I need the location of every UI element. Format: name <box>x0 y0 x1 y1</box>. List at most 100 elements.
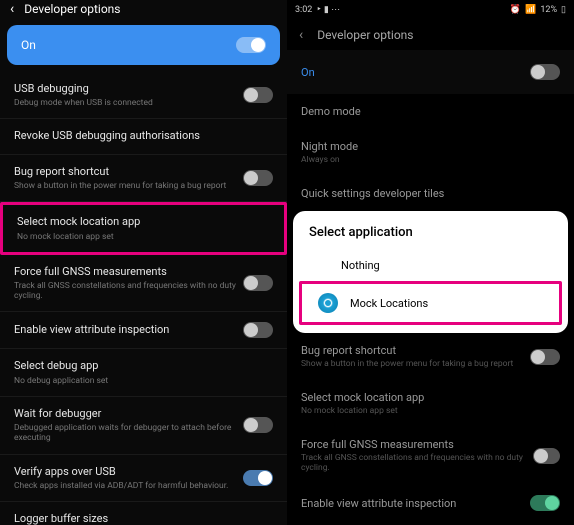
row-text: Quick settings developer tiles <box>301 187 444 200</box>
row-title: Quick settings developer tiles <box>301 187 444 200</box>
row-title: Select mock location app <box>17 215 270 229</box>
row-text: USB debugging Debug mode when USB is conn… <box>14 82 243 108</box>
row-title: Select debug app <box>14 359 273 373</box>
battery-text: 12% <box>540 5 557 15</box>
row-text: Enable view attribute inspection <box>14 323 243 337</box>
select-application-dialog: Select application Nothing Mock Locations <box>293 211 568 333</box>
toggle-switch[interactable] <box>243 87 273 103</box>
on-label: On <box>301 66 315 79</box>
setting-row[interactable]: Night mode Always on <box>287 129 574 176</box>
app-icon <box>318 293 338 313</box>
row-subtitle: No mock location app set <box>301 406 424 416</box>
back-arrow-icon[interactable]: ‹ <box>299 27 303 43</box>
setting-row[interactable]: Logger buffer sizes256 K per log buffer <box>0 502 287 525</box>
option-label: Nothing <box>341 259 380 272</box>
setting-row[interactable]: Force full GNSS measurementsTrack all GN… <box>0 255 287 313</box>
toggle-switch[interactable] <box>530 495 560 511</box>
row-title: Enable view attribute inspection <box>301 497 456 510</box>
row-text: Logger buffer sizes256 K per log buffer <box>14 512 273 525</box>
settings-list: USB debugging Debug mode when USB is conn… <box>0 72 287 525</box>
settings-list-bottom: Bug report shortcut Show a button in the … <box>287 333 574 525</box>
battery-icon: ▯ <box>561 5 566 15</box>
setting-row[interactable]: Verify apps over USBCheck apps installed… <box>0 455 287 502</box>
row-title: Night mode <box>301 140 358 153</box>
setting-row[interactable]: Bug report shortcut Show a button in the … <box>0 155 287 202</box>
setting-row[interactable]: Enable view attribute inspection <box>287 484 574 522</box>
row-text: Wait for debugger Debugged application wa… <box>14 407 243 444</box>
row-text: Revoke USB debugging authorisations <box>14 129 273 143</box>
row-subtitle: Always on <box>301 155 358 165</box>
row-title: Logger buffer sizes <box>14 512 273 525</box>
setting-row[interactable]: Select mock location app No mock location… <box>0 202 287 254</box>
dialog-title: Select application <box>293 225 568 250</box>
toggle-switch[interactable] <box>243 322 273 338</box>
row-text: Select debug app No debug application set <box>14 359 273 385</box>
row-text: Bug report shortcut Show a button in the … <box>301 344 513 369</box>
row-text: Select mock location app No mock location… <box>17 215 270 241</box>
setting-row[interactable]: Revoke USB debugging authorisations <box>0 119 287 154</box>
row-text: Bug report shortcut Show a button in the … <box>14 165 243 191</box>
row-title: Revoke USB debugging authorisations <box>14 129 273 143</box>
toggle-switch[interactable] <box>243 470 273 486</box>
setting-row[interactable]: Wait for debugger Debugged application wa… <box>0 397 287 455</box>
right-screenshot: 3:02 ‣ ▮ ⋯ ⏰ 📶 12% ▯ ‹ Developer options… <box>287 0 574 525</box>
dialog-option[interactable]: Mock Locations <box>299 281 562 325</box>
row-title: Wait for debugger <box>14 407 243 421</box>
signal-icon: 📶 <box>525 5 536 15</box>
row-title: Bug report shortcut <box>301 344 513 357</box>
status-misc-icon: ‣ ▮ ⋯ <box>316 5 340 15</box>
settings-list-top: Demo mode Night mode Always on Quick settin… <box>287 94 574 211</box>
row-subtitle: Track all GNSS constellations and freque… <box>301 453 533 473</box>
row-subtitle: Show a button in the power menu for taki… <box>14 181 243 191</box>
alarm-icon: ⏰ <box>510 5 521 15</box>
back-arrow-icon[interactable]: ‹ <box>10 1 14 17</box>
row-title: Enable view attribute inspection <box>14 323 243 337</box>
row-subtitle: No mock location app set <box>17 232 270 242</box>
setting-row[interactable]: Force full GNSS measurements Track all GN… <box>287 427 574 484</box>
row-text: Night mode Always on <box>301 140 358 165</box>
toggle-switch[interactable] <box>243 417 273 433</box>
row-subtitle: Debug mode when USB is connected <box>14 98 243 108</box>
row-text: Demo mode <box>301 105 361 118</box>
row-subtitle: Debugged application waits for debugger … <box>14 423 243 443</box>
header-title: Developer options <box>24 2 120 16</box>
left-screenshot: ‹ Developer options On USB debugging Debu… <box>0 0 287 525</box>
option-label: Mock Locations <box>350 297 428 310</box>
row-title: USB debugging <box>14 82 243 96</box>
dialog-option[interactable]: Nothing <box>293 250 568 281</box>
row-text: Force full GNSS measurementsTrack all GN… <box>14 265 243 302</box>
toggle-switch[interactable] <box>530 349 560 365</box>
on-label: On <box>21 38 36 52</box>
row-title: Select mock location app <box>301 391 424 404</box>
toggle-switch[interactable] <box>243 170 273 186</box>
setting-row[interactable]: Enable view attribute inspection <box>0 312 287 349</box>
row-text: Verify apps over USBCheck apps installed… <box>14 465 243 491</box>
right-header: ‹ Developer options <box>287 20 574 50</box>
master-toggle-banner[interactable]: On <box>7 25 280 65</box>
status-time: 3:02 <box>295 5 312 15</box>
status-bar: 3:02 ‣ ▮ ⋯ ⏰ 📶 12% ▯ <box>287 0 574 20</box>
row-title: Force full GNSS measurements <box>301 438 533 451</box>
setting-row[interactable]: Select mock location app No mock location… <box>287 380 574 427</box>
master-switch[interactable] <box>530 64 560 80</box>
setting-row[interactable]: Quick settings developer tiles <box>287 176 574 211</box>
row-subtitle: Track all GNSS constellations and freque… <box>14 281 243 301</box>
row-text: Force full GNSS measurements Track all GN… <box>301 438 533 473</box>
row-title: Demo mode <box>301 105 361 118</box>
master-switch[interactable] <box>236 37 266 53</box>
row-text: Enable view attribute inspection <box>301 497 456 510</box>
row-title: Bug report shortcut <box>14 165 243 179</box>
row-title: Verify apps over USB <box>14 465 243 479</box>
row-subtitle: No debug application set <box>14 376 273 386</box>
setting-row[interactable]: Bug report shortcut Show a button in the … <box>287 333 574 380</box>
toggle-switch[interactable] <box>533 448 560 464</box>
toggle-switch[interactable] <box>243 275 273 291</box>
row-text: Select mock location app No mock location… <box>301 391 424 416</box>
master-toggle-row[interactable]: On <box>287 50 574 94</box>
setting-row[interactable]: Demo mode <box>287 94 574 129</box>
setting-row[interactable]: Select debug app No debug application set <box>0 349 287 396</box>
header-title: Developer options <box>317 28 413 42</box>
setting-row[interactable]: USB debugging Debug mode when USB is conn… <box>0 72 287 119</box>
row-subtitle: Show a button in the power menu for taki… <box>301 359 513 369</box>
left-header: ‹ Developer options <box>0 0 287 18</box>
